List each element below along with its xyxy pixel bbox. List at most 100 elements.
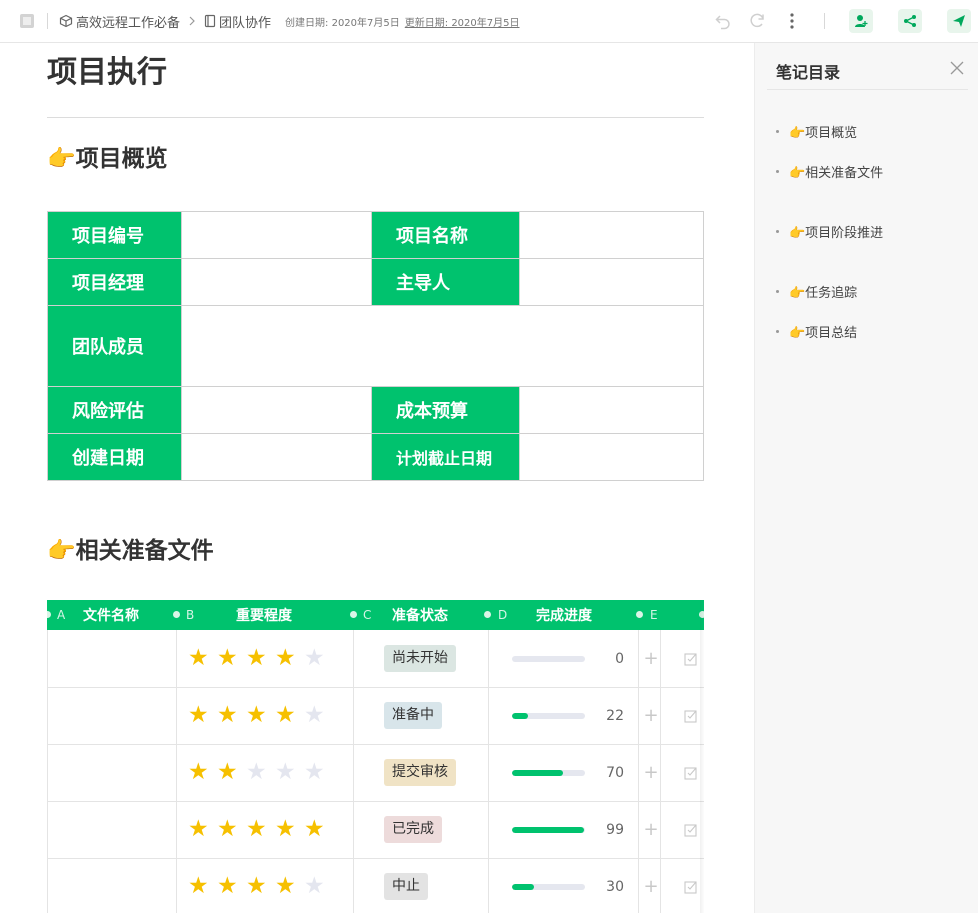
table-row[interactable]: ★ ★ ★ ★ ★ 提交审核 70 + [47, 744, 704, 802]
label-budget: 成本预算 [371, 386, 520, 434]
toc-item-tasks[interactable]: 👉任务追踪 [776, 282, 857, 301]
file-name-cell[interactable] [47, 687, 176, 744]
value-risk[interactable] [181, 386, 372, 434]
add-icon[interactable]: + [643, 744, 658, 801]
star-icon[interactable]: ★ [304, 875, 333, 898]
value-created-date[interactable] [181, 433, 372, 481]
column-handle[interactable] [173, 611, 180, 618]
star-icon[interactable]: ★ [188, 818, 217, 841]
edit-checkbox-icon[interactable] [684, 879, 698, 898]
table-row[interactable]: ★ ★ ★ ★ ★ 已完成 99 + [47, 801, 704, 859]
breadcrumb-item-workspace[interactable]: 高效远程工作必备 [76, 12, 180, 31]
column-handle[interactable] [350, 611, 357, 618]
star-icon[interactable]: ★ [304, 761, 333, 784]
column-letter: A [57, 608, 66, 622]
section-heading-overview[interactable]: 👉项目概览 [47, 144, 168, 174]
star-icon[interactable]: ★ [275, 704, 304, 727]
value-members[interactable] [181, 305, 704, 387]
send-button[interactable] [947, 9, 971, 33]
star-icon[interactable]: ★ [275, 761, 304, 784]
toc-item-files[interactable]: 👉相关准备文件 [776, 162, 883, 181]
status-badge[interactable]: 中止 [384, 873, 428, 900]
add-member-button[interactable] [849, 9, 873, 33]
star-rating[interactable]: ★ ★ ★ ★ ★ [188, 687, 333, 744]
undo-icon[interactable] [714, 12, 732, 30]
star-icon[interactable]: ★ [304, 704, 333, 727]
status-badge[interactable]: 提交审核 [384, 759, 456, 786]
redo-icon[interactable] [748, 12, 766, 30]
star-rating[interactable]: ★ ★ ★ ★ ★ [188, 801, 333, 858]
star-icon[interactable]: ★ [246, 818, 275, 841]
label-project-name: 项目名称 [371, 211, 520, 259]
star-icon[interactable]: ★ [275, 647, 304, 670]
star-icon[interactable]: ★ [188, 704, 217, 727]
column-header-file-name[interactable]: 文件名称 [67, 600, 155, 630]
toc-item-phases[interactable]: 👉项目阶段推进 [776, 222, 883, 241]
edit-checkbox-icon[interactable] [684, 708, 698, 727]
file-name-cell[interactable] [47, 744, 176, 801]
star-icon[interactable]: ★ [188, 875, 217, 898]
updated-date[interactable]: 更新日期: 2020年7月5日 [405, 14, 520, 29]
star-icon[interactable]: ★ [217, 761, 246, 784]
star-icon[interactable]: ★ [217, 875, 246, 898]
column-letter: C [363, 608, 372, 622]
star-icon[interactable]: ★ [275, 818, 304, 841]
column-header-importance[interactable]: 重要程度 [197, 600, 331, 630]
file-name-cell[interactable] [47, 858, 176, 913]
add-icon[interactable]: + [643, 801, 658, 858]
star-icon[interactable]: ★ [246, 647, 275, 670]
breadcrumb-item-folder[interactable]: 团队协作 [219, 12, 271, 31]
status-badge[interactable]: 尚未开始 [384, 645, 456, 672]
star-icon[interactable]: ★ [217, 818, 246, 841]
more-options-icon[interactable] [785, 12, 799, 30]
star-rating[interactable]: ★ ★ ★ ★ ★ [188, 630, 333, 687]
share-button[interactable] [898, 9, 922, 33]
column-handle[interactable] [636, 611, 643, 618]
toc-item-summary[interactable]: 👉项目总结 [776, 322, 857, 341]
star-rating[interactable]: ★ ★ ★ ★ ★ [188, 744, 333, 801]
column-handle[interactable] [47, 611, 51, 618]
value-manager[interactable] [181, 258, 372, 306]
file-name-cell[interactable] [47, 801, 176, 858]
status-badge[interactable]: 准备中 [384, 702, 442, 729]
star-icon[interactable]: ★ [275, 875, 304, 898]
value-deadline[interactable] [519, 433, 704, 481]
column-header-progress[interactable]: 完成进度 [509, 600, 619, 630]
star-icon[interactable]: ★ [188, 761, 217, 784]
value-leader[interactable] [519, 258, 704, 306]
status-badge[interactable]: 已完成 [384, 816, 442, 843]
star-icon[interactable]: ★ [246, 704, 275, 727]
progress-value: 22 [606, 707, 624, 724]
edit-checkbox-icon[interactable] [684, 765, 698, 784]
page-title[interactable]: 项目执行 [47, 55, 167, 91]
add-icon[interactable]: + [643, 858, 658, 913]
edit-checkbox-icon[interactable] [684, 651, 698, 670]
add-icon[interactable]: + [643, 630, 658, 687]
section-heading-files[interactable]: 👉相关准备文件 [47, 536, 214, 566]
column-handle[interactable] [484, 611, 491, 618]
table-row[interactable]: ★ ★ ★ ★ ★ 中止 30 + [47, 858, 704, 913]
sidebar-toggle-icon[interactable] [18, 12, 36, 30]
column-header-status[interactable]: 准备状态 [373, 600, 467, 630]
star-icon[interactable]: ★ [246, 761, 275, 784]
label-project-no: 项目编号 [47, 211, 182, 259]
star-icon[interactable]: ★ [217, 704, 246, 727]
star-rating[interactable]: ★ ★ ★ ★ ★ [188, 858, 333, 913]
star-icon[interactable]: ★ [304, 818, 333, 841]
table-row[interactable]: ★ ★ ★ ★ ★ 尚未开始 0 + [47, 630, 704, 688]
star-icon[interactable]: ★ [304, 647, 333, 670]
top-bar: 高效远程工作必备 团队协作 创建日期: 2020年7月5日 更新日期: 2020… [0, 0, 978, 43]
value-project-name[interactable] [519, 211, 704, 259]
close-icon[interactable] [949, 60, 965, 76]
table-row[interactable]: ★ ★ ★ ★ ★ 准备中 22 + [47, 687, 704, 745]
star-icon[interactable]: ★ [188, 647, 217, 670]
star-icon[interactable]: ★ [217, 647, 246, 670]
toc-item-overview[interactable]: 👉项目概览 [776, 122, 857, 141]
file-name-cell[interactable] [47, 630, 176, 687]
progress-value: 0 [615, 650, 624, 667]
add-icon[interactable]: + [643, 687, 658, 744]
value-project-no[interactable] [181, 211, 372, 259]
value-budget[interactable] [519, 386, 704, 434]
edit-checkbox-icon[interactable] [684, 822, 698, 841]
star-icon[interactable]: ★ [246, 875, 275, 898]
